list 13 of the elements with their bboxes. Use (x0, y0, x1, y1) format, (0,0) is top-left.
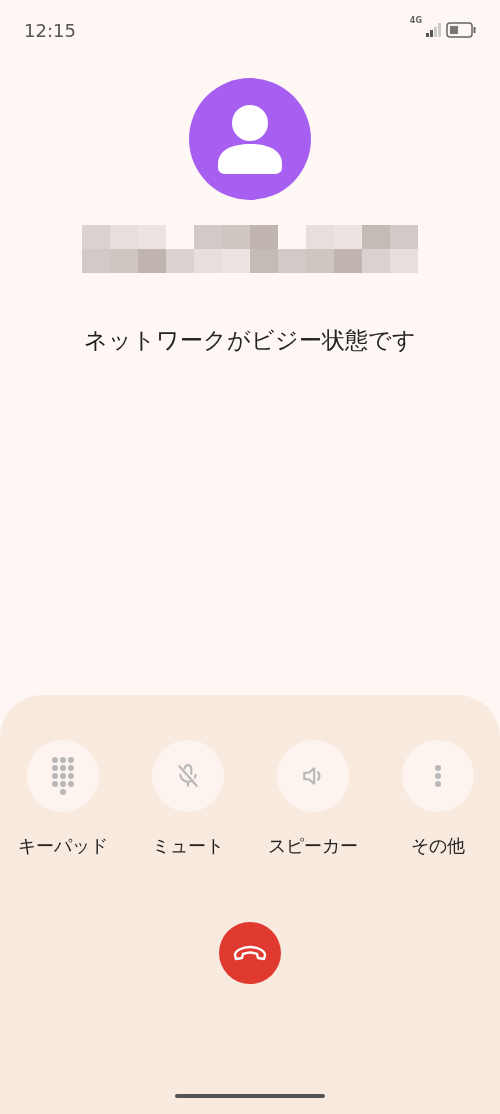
avatar-icon (189, 78, 311, 200)
more-icon (433, 764, 442, 788)
clock: 12:15 (24, 19, 76, 41)
signal-icon (426, 23, 442, 37)
hang-up-icon (233, 945, 267, 961)
call-status: ネットワークがビジー状態です (83, 326, 417, 355)
keypad-icon (50, 756, 75, 796)
more-button[interactable]: その他 (375, 740, 500, 858)
mute-button[interactable]: ミュート (125, 740, 250, 858)
speaker-button[interactable]: スピーカー (250, 740, 375, 858)
battery-icon (446, 22, 476, 38)
keypad-button[interactable]: キーパッド (0, 740, 125, 858)
network-type: 4G (409, 16, 422, 25)
